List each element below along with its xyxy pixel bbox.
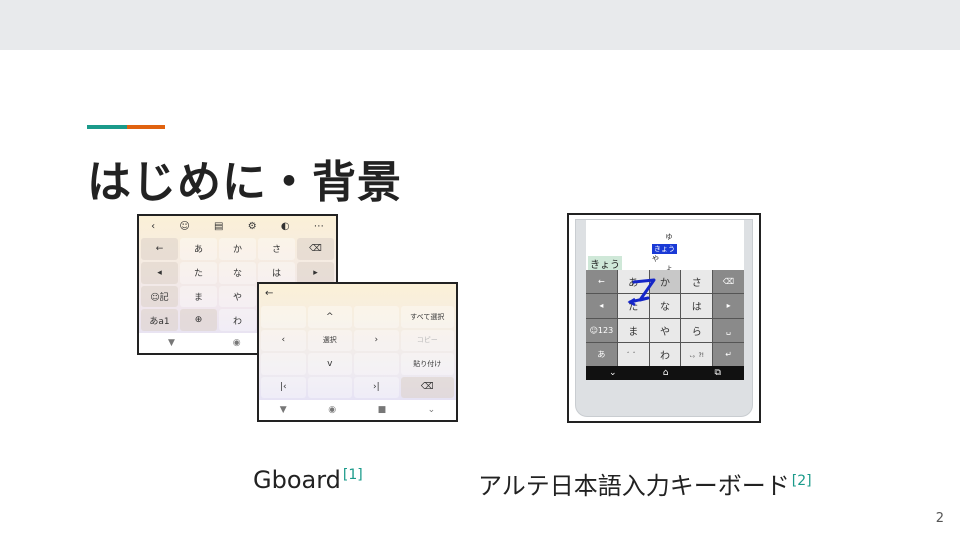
alte-keyboard-image: ゆ きょう や よ きょう ← あ か さ ⌫ ◂ た な は ▸ ☺123 ま… [567,213,761,423]
edit-key [307,376,353,398]
candidate-popup: ゆ きょう や よ [652,232,686,273]
edit-key: ‹ [261,329,306,351]
edit-key: › [354,329,399,351]
gboard-key: さ [258,238,295,260]
gboard-key: た [180,261,217,284]
edit-key [354,306,399,328]
gboard-key: は [258,261,295,284]
edit-key [354,353,399,375]
alte-key: あ [617,270,649,294]
gboard-key: ま [180,285,217,308]
gboard-caption: Gboard [1] [253,466,363,494]
alte-nav-bar: ⌄ ⌂ ⧉ [586,366,744,380]
edit-key: |‹ [261,376,306,398]
alte-key: は [681,294,713,318]
edit-key [261,353,306,375]
palette-icon: ◐ [280,220,290,232]
alte-caption-text: アルテ日本語入力キーボード [478,472,790,500]
gboard-key: ← [141,238,178,260]
alte-key: ◂ [586,294,617,318]
edit-key: 選択 [307,329,353,351]
edit-key: 貼り付け [400,353,454,375]
alte-key-grid: ← あ か さ ⌫ ◂ た な は ▸ ☺123 ま や ら ␣ あ ゛゜ わ … [586,270,744,366]
alte-key: ↵ [713,342,744,366]
gear-icon: ⚙ [247,220,257,232]
alte-ref[interactable]: [2] [792,473,812,489]
candidate-side: や [652,255,659,263]
nav-recent-icon: ■ [377,405,387,415]
gboard-edit-image: ← ^ すべて選択 ‹ 選択 › コピー v 貼り付け |‹ ›| ⌫ ▼ ◉ … [257,282,458,422]
edit-key [261,306,306,328]
edit-key: ›| [354,376,399,398]
alte-key: な [649,294,681,318]
alte-key: ▸ [713,294,744,318]
gboard-key: か [219,238,256,260]
nav-back-icon: ▼ [279,405,287,415]
gboard-caption-text: Gboard [253,466,341,494]
accent-bar-teal [87,125,127,129]
edit-key: すべて選択 [400,306,454,328]
nav-home-icon: ◉ [328,405,337,415]
phone-screen: ゆ きょう や よ きょう ← あ か さ ⌫ ◂ た な は ▸ ☺123 ま… [586,220,744,380]
alte-key: ら [681,318,713,342]
candidate-top: ゆ [665,233,673,241]
gboard-key: な [219,261,256,284]
gboard-ref[interactable]: [1] [343,467,363,483]
more-icon: ⋯ [313,220,324,232]
edit-key: コピー [400,329,454,351]
alte-key: ゛゜ [617,342,649,366]
gboard-key: ☺記 [141,285,178,308]
nav-home-icon: ◉ [232,338,241,348]
alte-caption: アルテ日本語入力キーボード [2] [478,466,812,501]
gboard-key: あa1 [141,309,178,331]
nav-home-icon: ⌂ [662,368,669,378]
alte-key: ま [617,318,649,342]
nav-collapse-icon: ⌄ [609,368,617,378]
accent-bar-orange [127,125,165,129]
page-number: 2 [935,511,944,526]
alte-key: た [617,294,649,318]
gboard-key: ⌫ [297,238,334,260]
gboard-key: あ [180,238,217,260]
alte-key: わ [649,342,681,366]
back-icon: ‹ [151,220,156,232]
gboard-edit-grid: ^ すべて選択 ‹ 選択 › コピー v 貼り付け |‹ ›| ⌫ [261,306,454,398]
alte-key: 、。?! [681,342,713,366]
gboard-key: わ [219,309,256,331]
gboard-key: ⊕ [180,309,217,331]
gboard-edit-nav-bar: ▼ ◉ ■ ⌄ [259,400,456,420]
edit-key: v [307,353,353,375]
alte-key: ☺123 [586,318,617,342]
phone-frame: ゆ きょう や よ きょう ← あ か さ ⌫ ◂ た な は ▸ ☺123 ま… [575,219,753,417]
alte-key: ← [586,270,617,294]
gboard-key: や [219,285,256,308]
alte-key: さ [681,270,713,294]
candidate-selected: きょう [652,244,677,254]
edit-key: ^ [307,306,353,328]
alte-key: か [649,270,681,294]
edit-key: ⌫ [400,376,454,398]
nav-collapse-icon: ⌄ [427,405,436,415]
nav-back-icon: ▼ [167,338,175,348]
gboard-key: ▸ [297,261,334,284]
alte-key: や [649,318,681,342]
gboard-toolbar: ‹ ☺ ▤ ⚙ ◐ ⋯ [139,216,336,236]
slide-title: はじめに・背景 [87,157,402,208]
alte-key: ⌫ [713,270,744,294]
alte-key: あ [586,342,617,366]
top-band [0,0,960,50]
nav-recent-icon: ⧉ [714,368,721,378]
gboard-key: ◂ [141,261,178,284]
alte-key: ␣ [713,318,744,342]
clipboard-icon: ▤ [214,220,224,232]
sticker-icon: ☺ [179,220,190,232]
edit-back-icon: ← [265,288,274,299]
